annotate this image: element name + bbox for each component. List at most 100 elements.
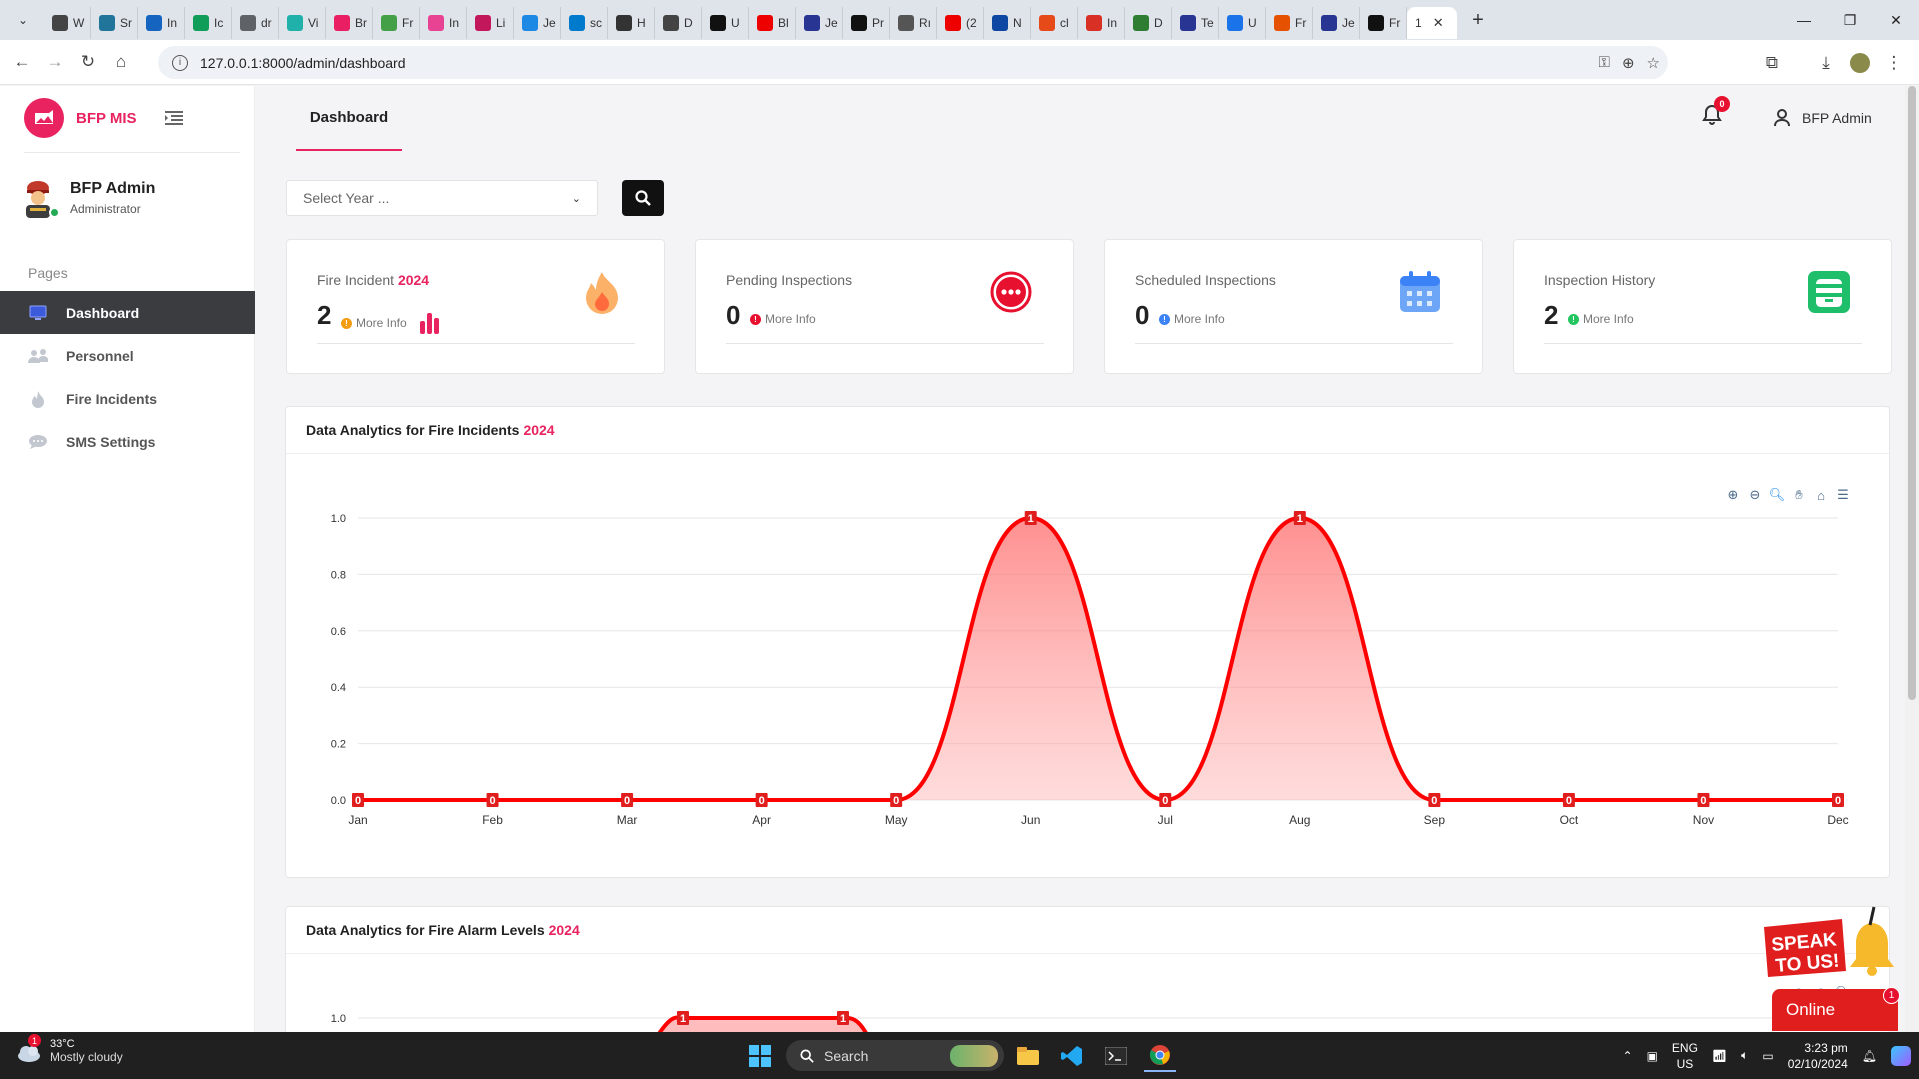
user-menu[interactable]: BFP Admin	[1774, 109, 1872, 127]
back-icon[interactable]: ←	[6, 46, 38, 78]
browser-tab[interactable]: Ic	[185, 7, 232, 39]
browser-tab[interactable]: Rı	[890, 7, 937, 39]
browser-tab[interactable]: dr	[232, 7, 279, 39]
browser-tab[interactable]: Te	[1172, 7, 1219, 39]
windows-start-icon[interactable]	[744, 1040, 776, 1072]
new-tab-button[interactable]: +	[1463, 5, 1493, 35]
sidebar-toggle-icon[interactable]	[163, 108, 185, 128]
browser-tab[interactable]: Fr	[1266, 7, 1313, 39]
tab-search-icon[interactable]: ⌄	[10, 7, 36, 33]
speak-to-us-widget[interactable]: SPEAK TO US!	[1758, 905, 1898, 985]
year-select[interactable]: Select Year ... ⌄	[286, 180, 598, 216]
browser-tab[interactable]: Vi	[279, 7, 326, 39]
browser-tab[interactable]: Sr	[91, 7, 138, 39]
download-icon[interactable]: ⤓	[1810, 47, 1842, 79]
extensions-icon[interactable]: ⧉	[1756, 47, 1788, 79]
browser-tab[interactable]: U	[1219, 7, 1266, 39]
browser-tab[interactable]: D	[1125, 7, 1172, 39]
zoom-icon[interactable]: ⊕	[1622, 54, 1635, 72]
notifications-button[interactable]: 0	[1702, 96, 1730, 128]
browser-tab[interactable]: Fr	[373, 7, 420, 39]
tab-dashboard[interactable]: Dashboard	[296, 86, 402, 151]
language-indicator[interactable]: ENG US	[1672, 1040, 1698, 1072]
user-icon	[1774, 109, 1790, 127]
clock[interactable]: 3:23 pm 02/10/2024	[1788, 1040, 1848, 1072]
browser-tab[interactable]: sc	[561, 7, 608, 39]
browser-tab[interactable]: Je	[796, 7, 843, 39]
more-info-link[interactable]: ! More Info	[750, 312, 816, 326]
browser-tab[interactable]: D	[655, 7, 702, 39]
chrome-icon[interactable]	[1144, 1040, 1176, 1072]
online-chat-button[interactable]: Online 1	[1772, 987, 1900, 1031]
copilot-icon[interactable]	[1891, 1045, 1911, 1066]
minimize-icon[interactable]: —	[1781, 0, 1827, 40]
browser-tab[interactable]: Li	[467, 7, 514, 39]
taskbar-search[interactable]: Search	[786, 1040, 1004, 1071]
restore-icon[interactable]: ❐	[1827, 0, 1873, 40]
browser-tab[interactable]: H	[608, 7, 655, 39]
sidebar-item-dashboard[interactable]: Dashboard	[0, 291, 255, 334]
tab-label: Fr	[402, 16, 414, 30]
volume-icon[interactable]: 🔈︎	[1741, 1048, 1748, 1063]
browser-tab[interactable]: Je	[514, 7, 561, 39]
card-divider	[317, 343, 635, 344]
browser-tab-active[interactable]: 1 ✕	[1407, 7, 1457, 39]
search-button[interactable]	[622, 180, 664, 216]
more-info-link[interactable]: ! More Info	[1568, 312, 1634, 326]
tab-favicon-icon	[945, 15, 961, 31]
browser-tab[interactable]: U	[702, 7, 749, 39]
browser-toolbar: ← → ↻ ⌂ i 127.0.0.1:8000/admin/dashboard…	[0, 40, 1919, 85]
browser-tab[interactable]: (2	[937, 7, 984, 39]
browser-tab[interactable]: Pr	[843, 7, 890, 39]
site-info-icon[interactable]: i	[172, 54, 188, 71]
tray-chevron-icon[interactable]: ⌃	[1623, 1049, 1633, 1063]
tab-label: (2	[966, 16, 977, 30]
window-close-icon[interactable]: ✕	[1873, 0, 1919, 40]
browser-tab[interactable]: In	[420, 7, 467, 39]
notification-center-icon[interactable]: 🔔︎	[1862, 1049, 1877, 1063]
close-tab-icon[interactable]: ✕	[1433, 15, 1444, 31]
info-icon: !	[1159, 313, 1170, 325]
browser-menu-icon[interactable]: ⋮	[1878, 47, 1910, 79]
sidebar-item-sms-settings[interactable]: SMS Settings	[0, 420, 255, 463]
profile-avatar-icon[interactable]	[1844, 47, 1876, 79]
url-text[interactable]: 127.0.0.1:8000/admin/dashboard	[200, 55, 406, 71]
forward-icon[interactable]: →	[39, 46, 71, 78]
bookmark-star-icon[interactable]: ☆	[1647, 54, 1660, 72]
home-icon[interactable]: ⌂	[105, 46, 137, 78]
wifi-icon[interactable]: 📶︎	[1712, 1049, 1727, 1063]
profile-role: Administrator	[70, 202, 141, 216]
browser-tab[interactable]: cl	[1031, 7, 1078, 39]
sidebar-profile[interactable]: BFP Admin Administrator	[20, 178, 155, 218]
weather-widget[interactable]: 1 33°C Mostly cloudy	[16, 1034, 123, 1064]
browser-tab[interactable]: N	[984, 7, 1031, 39]
address-bar[interactable]: i 127.0.0.1:8000/admin/dashboard ⚿ ⊕ ☆	[158, 46, 1668, 79]
file-explorer-icon[interactable]	[1012, 1040, 1044, 1072]
page-scrollbar[interactable]	[1905, 86, 1919, 1032]
browser-tab[interactable]: Br	[326, 7, 373, 39]
sidebar-item-personnel[interactable]: Personnel	[0, 334, 255, 377]
browser-tab[interactable]: Je	[1313, 7, 1360, 39]
more-info-link[interactable]: ! More Info	[1159, 312, 1225, 326]
browser-tab[interactable]: W	[44, 7, 91, 39]
browser-tab[interactable]: Fr	[1360, 7, 1407, 39]
card-value: 2	[317, 300, 332, 330]
reload-icon[interactable]: ↻	[72, 46, 104, 78]
data-label: 0	[1566, 795, 1572, 807]
battery-icon[interactable]: ▭	[1762, 1049, 1773, 1063]
browser-tab[interactable]: Bl	[749, 7, 796, 39]
browser-tab[interactable]: In	[138, 7, 185, 39]
terminal-icon[interactable]	[1100, 1040, 1132, 1072]
sidebar-item-fire-incidents[interactable]: Fire Incidents	[0, 377, 255, 420]
tab-label: Sr	[120, 16, 132, 30]
tab-favicon-icon	[757, 15, 773, 31]
password-key-icon[interactable]: ⚿	[1599, 54, 1610, 71]
more-info-link[interactable]: ! More Info	[341, 312, 441, 334]
scrollbar-thumb[interactable]	[1908, 86, 1916, 700]
browser-tab[interactable]: In	[1078, 7, 1125, 39]
panel-title-text: Data Analytics for Fire Alarm Levels	[306, 922, 545, 938]
brand[interactable]: BFP MIS	[24, 98, 137, 138]
input-indicator-icon[interactable]: ▣	[1647, 1049, 1658, 1063]
vscode-icon[interactable]	[1056, 1040, 1088, 1072]
panel-title-text: Data Analytics for Fire Incidents	[306, 422, 520, 438]
